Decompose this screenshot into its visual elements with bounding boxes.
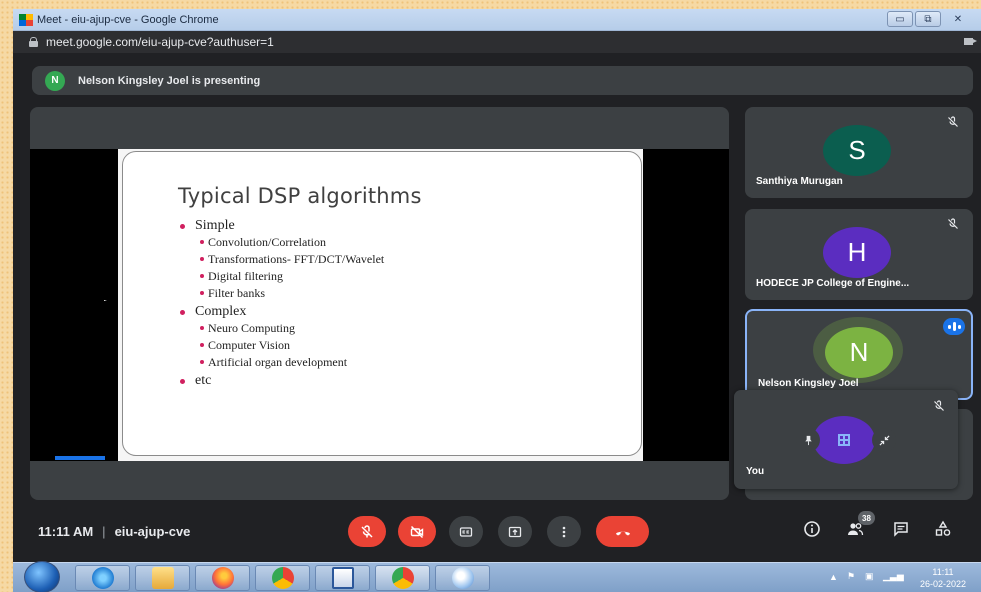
participant-name: Nelson Kingsley Joel	[758, 378, 859, 389]
close-button[interactable]: ✕	[943, 11, 973, 27]
mic-off-icon	[361, 524, 373, 538]
slide-frame: Typical DSP algorithms Simple Convolutio…	[118, 149, 643, 461]
participant-tile-hodece[interactable]: H HODECE JP College of Engine...	[745, 209, 973, 300]
mouse-cursor-icon	[104, 300, 107, 301]
lock-icon[interactable]	[29, 37, 38, 47]
window-titlebar: Meet - eiu-ajup-cve - Google Chrome ▭ ⧉ …	[13, 9, 981, 31]
restore-button[interactable]: ⧉	[915, 11, 941, 27]
mic-off-icon	[933, 400, 945, 412]
chrome-profile-icon	[391, 567, 414, 589]
clock-time: 11:11	[932, 567, 954, 577]
slide-sub-bullet: Neuro Computing	[178, 320, 384, 337]
presenting-text: Nelson Kingsley Joel is presenting	[78, 74, 261, 87]
mic-off-icon	[947, 218, 959, 230]
more-options-button[interactable]	[547, 516, 581, 547]
layout-icon[interactable]	[832, 428, 856, 452]
taskbar-chrome[interactable]	[255, 565, 310, 591]
speaking-indicator-icon	[943, 318, 965, 335]
chat-button[interactable]	[891, 519, 911, 539]
camera-off-icon	[410, 525, 424, 538]
slide-sub-bullet: Digital filtering	[178, 268, 384, 285]
firefox-icon	[211, 567, 234, 589]
participant-tile-santhiya[interactable]: S Santhiya Murugan	[745, 107, 973, 198]
present-now-button[interactable]	[498, 516, 532, 547]
minimize-tile-icon[interactable]	[872, 428, 896, 452]
activities-button[interactable]	[933, 519, 953, 539]
clock-date: 26-02-2022	[919, 579, 966, 589]
internet-explorer-icon	[91, 567, 114, 589]
info-icon	[804, 521, 820, 537]
meeting-time: 11:11 AM	[38, 524, 94, 539]
slide-sub-bullet: Computer Vision	[178, 337, 384, 354]
flag-icon[interactable]: ⚑	[847, 571, 855, 582]
activities-icon	[935, 520, 951, 536]
present-icon	[508, 526, 522, 537]
chrome-icon	[271, 567, 294, 589]
paint-icon	[451, 567, 474, 589]
leave-call-button[interactable]	[596, 516, 649, 547]
slide-progress-bar	[55, 456, 105, 460]
presenter-avatar: N	[45, 70, 65, 91]
slide-sub-bullet: Convolution/Correlation	[178, 234, 384, 251]
chrome-window: Meet - eiu-ajup-cve - Google Chrome ▭ ⧉ …	[13, 9, 981, 592]
network-icon[interactable]: ▣	[865, 571, 874, 582]
slide-bullet: etc	[178, 373, 384, 389]
slide-bullet-list: Simple Convolution/Correlation Transform…	[178, 216, 384, 389]
presenting-banner: N Nelson Kingsley Joel is presenting	[32, 66, 973, 95]
meeting-code: eiu-ajup-cve	[114, 524, 191, 539]
meet-icon	[19, 13, 33, 26]
participant-name: HODECE JP College of Engine...	[756, 278, 910, 289]
mic-toggle-button[interactable]	[348, 516, 386, 547]
system-clock[interactable]: 11:11 26-02-2022	[920, 566, 966, 590]
start-button[interactable]	[24, 561, 60, 592]
taskbar-paint[interactable]	[435, 565, 490, 591]
camera-toggle-button[interactable]	[398, 516, 436, 547]
participant-avatar: H	[823, 227, 891, 278]
tray-expand-icon[interactable]: ▲	[829, 572, 838, 582]
participant-tile-nelson[interactable]: N Nelson Kingsley Joel	[745, 309, 973, 400]
more-vert-icon	[562, 526, 566, 537]
participant-avatar: N	[825, 327, 893, 378]
slide-bullet: Complex	[178, 304, 384, 320]
meeting-info: 11:11 AM | eiu-ajup-cve	[38, 524, 191, 539]
slide-sub-bullet: Filter banks	[178, 285, 384, 302]
folder-icon	[151, 567, 174, 589]
slide-sub-bullet: Artificial organ development	[178, 354, 384, 371]
windows-taskbar: ▲ ⚑ ▣ ▁▃▅ 11:11 26-02-2022	[13, 561, 981, 592]
slide-title: Typical DSP algorithms	[178, 184, 422, 208]
chat-icon	[894, 522, 908, 537]
taskbar-firefox[interactable]	[195, 565, 250, 591]
url-text[interactable]: meet.google.com/eiu-ajup-cve?authuser=1	[46, 35, 274, 49]
participant-count-badge: 38	[858, 511, 875, 525]
presentation-stage[interactable]: Typical DSP algorithms Simple Convolutio…	[30, 107, 729, 500]
pin-icon[interactable]	[796, 428, 820, 452]
system-tray: ▲ ⚑ ▣ ▁▃▅ 11:11 26-02-2022	[811, 563, 981, 592]
meeting-details-button[interactable]	[802, 519, 822, 539]
mic-off-icon	[947, 116, 959, 128]
signal-icon[interactable]: ▁▃▅	[883, 571, 904, 582]
participant-avatar: S	[823, 125, 891, 176]
self-view-tile[interactable]: You	[734, 390, 958, 489]
participant-name: Santhiya Murugan	[756, 176, 843, 187]
address-bar[interactable]: meet.google.com/eiu-ajup-cve?authuser=1	[13, 31, 981, 53]
slide-bullet: Simple	[178, 218, 384, 234]
window-title: Meet - eiu-ajup-cve - Google Chrome	[37, 13, 219, 26]
hang-up-icon	[615, 531, 630, 535]
self-name: You	[746, 466, 765, 477]
meet-control-bar: 11:11 AM | eiu-ajup-cve 38	[13, 509, 981, 553]
taskbar-word[interactable]	[315, 565, 370, 591]
slide-sub-bullet: Transformations- FFT/DCT/Wavelet	[178, 251, 384, 268]
minimize-button[interactable]: ▭	[887, 11, 913, 27]
taskbar-ie[interactable]	[75, 565, 130, 591]
camera-in-use-icon[interactable]	[964, 38, 977, 45]
word-icon	[331, 567, 354, 589]
slide: Typical DSP algorithms Simple Convolutio…	[122, 151, 642, 456]
taskbar-explorer[interactable]	[135, 565, 190, 591]
taskbar-chrome-active[interactable]	[375, 565, 430, 591]
captions-icon	[459, 526, 473, 537]
captions-button[interactable]	[449, 516, 483, 547]
